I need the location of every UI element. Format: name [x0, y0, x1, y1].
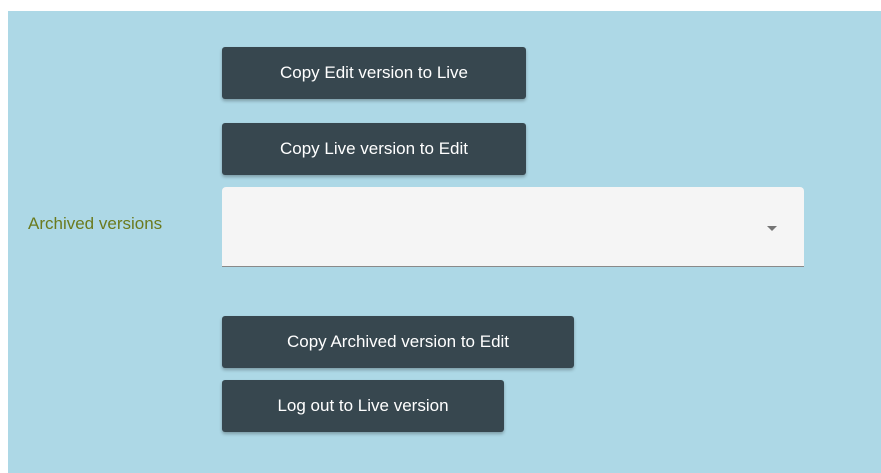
chevron-down-icon[interactable] [767, 226, 777, 231]
copy-live-to-edit-button[interactable]: Copy Live version to Edit [222, 123, 526, 175]
copy-edit-to-live-button[interactable]: Copy Edit version to Live [222, 47, 526, 99]
archived-versions-label: Archived versions [28, 214, 163, 233]
copy-archived-to-edit-button[interactable]: Copy Archived version to Edit [222, 316, 574, 368]
archived-versions-select[interactable] [222, 187, 804, 267]
logout-to-live-button[interactable]: Log out to Live version [222, 380, 504, 432]
version-control-panel: Copy Edit version to Live Copy Live vers… [8, 11, 881, 473]
